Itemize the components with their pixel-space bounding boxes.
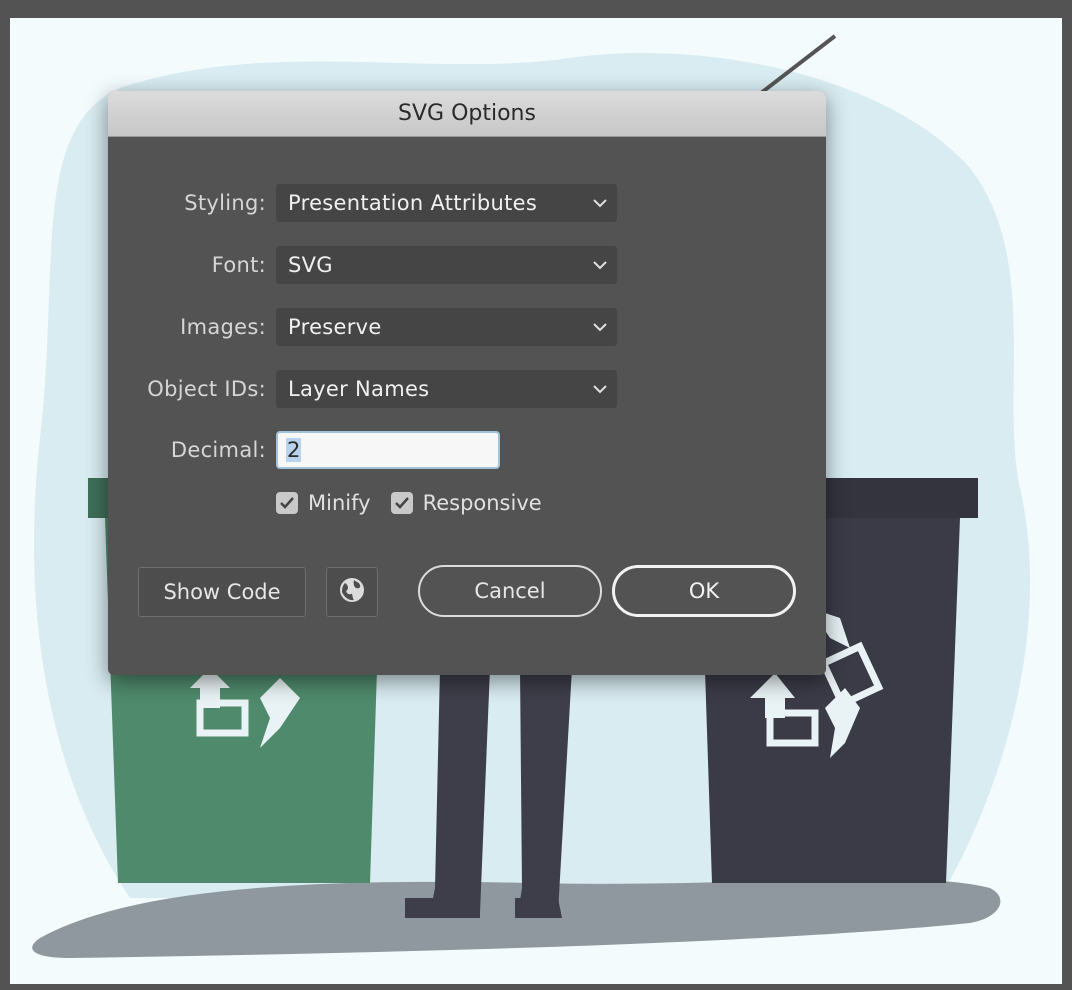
svg-options-dialog: SVG Options Styling: Presentation Attrib… — [108, 91, 826, 675]
chevron-down-icon — [591, 256, 609, 274]
images-row: Images: Preserve — [108, 307, 617, 347]
chevron-down-icon — [591, 380, 609, 398]
decimal-input[interactable]: 2 — [276, 431, 500, 469]
object-ids-row: Object IDs: Layer Names — [108, 369, 617, 409]
font-value: SVG — [288, 253, 333, 277]
font-select[interactable]: SVG — [276, 246, 617, 284]
object-ids-select[interactable]: Layer Names — [276, 370, 617, 408]
minify-checkbox[interactable]: Minify — [276, 491, 371, 515]
object-ids-label: Object IDs: — [147, 377, 266, 401]
checkmark-icon — [276, 492, 298, 514]
minify-label: Minify — [308, 491, 371, 515]
options-checkboxes: Minify Responsive — [276, 491, 542, 515]
show-code-label: Show Code — [163, 580, 281, 604]
globe-icon — [339, 577, 365, 608]
images-select[interactable]: Preserve — [276, 308, 617, 346]
responsive-checkbox[interactable]: Responsive — [390, 491, 542, 515]
styling-value: Presentation Attributes — [288, 191, 538, 215]
chevron-down-icon — [591, 318, 609, 336]
styling-row: Styling: Presentation Attributes — [108, 183, 617, 223]
responsive-label: Responsive — [422, 491, 542, 515]
show-code-button[interactable]: Show Code — [138, 567, 306, 617]
styling-select[interactable]: Presentation Attributes — [276, 184, 617, 222]
decimal-label: Decimal: — [170, 438, 266, 462]
decimal-value: 2 — [286, 438, 302, 462]
chevron-down-icon — [591, 194, 609, 212]
dialog-titlebar[interactable]: SVG Options — [108, 91, 826, 137]
styling-label: Styling: — [184, 191, 266, 215]
object-ids-value: Layer Names — [288, 377, 430, 401]
ok-label: OK — [688, 579, 720, 603]
cancel-label: Cancel — [474, 579, 546, 603]
web-preview-button[interactable] — [326, 567, 378, 617]
font-label: Font: — [211, 253, 266, 277]
ok-button[interactable]: OK — [612, 565, 796, 617]
images-value: Preserve — [288, 315, 382, 339]
cancel-button[interactable]: Cancel — [418, 565, 602, 617]
dialog-title: SVG Options — [398, 101, 536, 126]
font-row: Font: SVG — [108, 245, 617, 285]
images-label: Images: — [180, 315, 266, 339]
decimal-row: Decimal: 2 — [108, 430, 500, 470]
checkmark-icon — [390, 492, 413, 514]
